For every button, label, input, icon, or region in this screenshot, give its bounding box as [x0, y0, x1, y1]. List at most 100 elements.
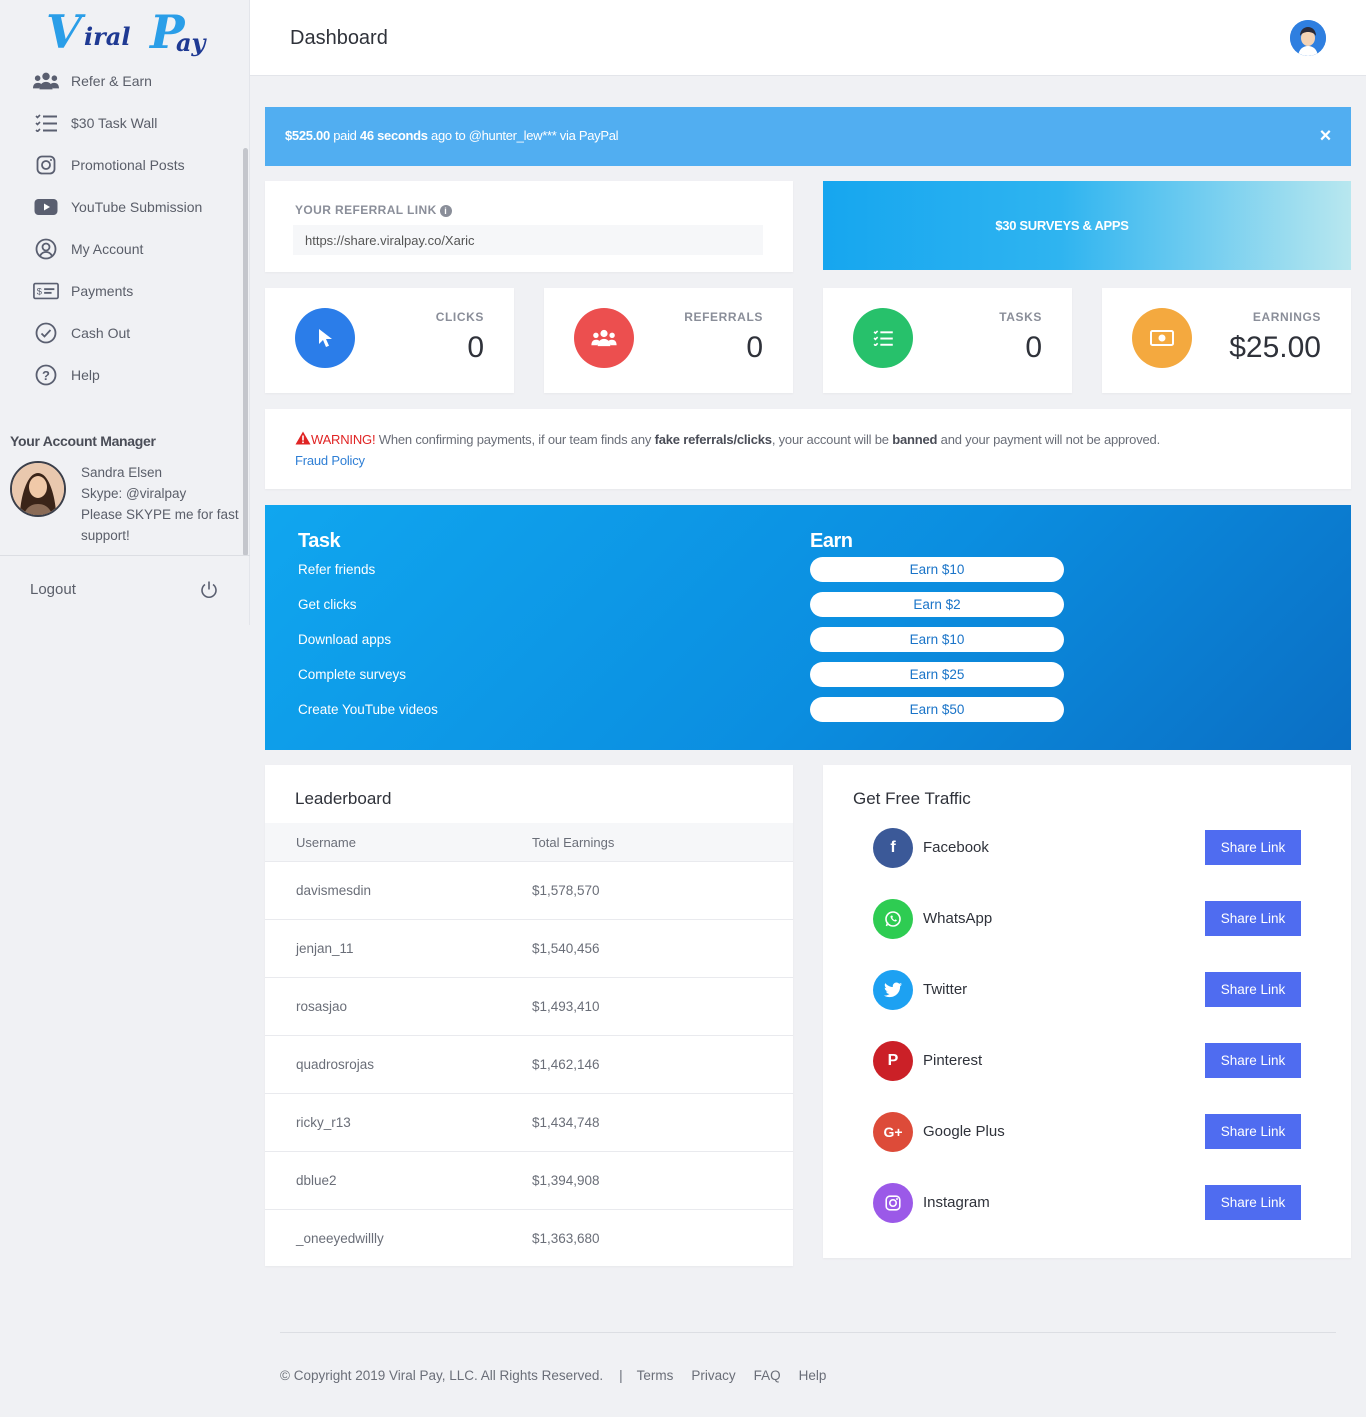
- list-check-icon: [33, 112, 59, 134]
- sidebar-item-cash-out[interactable]: Cash Out: [0, 312, 243, 354]
- users-icon: [574, 308, 634, 368]
- earnings-cell: $1,394,908: [532, 1173, 600, 1188]
- username-cell: jenjan_11: [296, 941, 354, 956]
- youtube-icon: [33, 196, 59, 218]
- share-link-button[interactable]: Share Link: [1205, 972, 1301, 1007]
- warning-emphasis: fake referrals/clicks: [654, 432, 772, 447]
- footer-link-faq[interactable]: FAQ: [754, 1368, 781, 1383]
- table-row: _oneeyedwillly $1,363,680: [265, 1209, 793, 1267]
- svg-text:$: $: [37, 287, 42, 297]
- sidebar-item-promotional-posts[interactable]: Promotional Posts: [0, 144, 243, 186]
- task-item: Refer friends: [298, 562, 376, 577]
- pinterest-icon[interactable]: P: [873, 1041, 913, 1081]
- sidebar-item-help[interactable]: ? Help: [0, 354, 243, 396]
- username-cell: _oneeyedwillly: [296, 1231, 384, 1246]
- task-column-title: Task: [298, 530, 341, 552]
- sidebar-item-my-account[interactable]: My Account: [0, 228, 243, 270]
- warning-text-part: , your account will be: [771, 432, 893, 447]
- logout-link[interactable]: Logout: [30, 581, 76, 598]
- table-row: ricky_r13 $1,434,748: [265, 1093, 793, 1151]
- account-manager-info: Sandra Elsen Skype: @viralpay Please SKY…: [81, 462, 241, 546]
- earn-button[interactable]: Earn $2: [810, 592, 1064, 617]
- sidebar-scrollbar[interactable]: [243, 148, 248, 556]
- footer-divider: [280, 1332, 1336, 1333]
- username-cell: quadrosrojas: [296, 1057, 375, 1072]
- earnings-cell: $1,578,570: [532, 883, 600, 898]
- traffic-network-name: Instagram: [923, 1194, 990, 1211]
- list-check-icon: [853, 308, 913, 368]
- warning-icon: [295, 431, 311, 445]
- footer-link-terms[interactable]: Terms: [637, 1368, 674, 1383]
- referral-link-label: YOUR REFERRAL LINK i: [295, 203, 452, 217]
- warning-text-part: and your payment will not be approved.: [937, 432, 1161, 447]
- footer-link-help[interactable]: Help: [799, 1368, 827, 1383]
- share-link-button[interactable]: Share Link: [1205, 830, 1301, 865]
- instagram-icon[interactable]: [873, 1183, 913, 1223]
- username-cell: ricky_r13: [296, 1115, 351, 1130]
- sidebar-item-youtube-submission[interactable]: YouTube Submission: [0, 186, 243, 228]
- sidebar-item-label: Refer & Earn: [71, 73, 152, 89]
- facebook-icon[interactable]: f: [873, 828, 913, 868]
- traffic-row-google-plus: G+ Google Plus Share Link: [873, 1111, 1301, 1153]
- earn-button[interactable]: Earn $25: [810, 662, 1064, 687]
- money-icon: [1132, 308, 1192, 368]
- earn-button[interactable]: Earn $10: [810, 557, 1064, 582]
- referral-link-field[interactable]: [293, 225, 763, 255]
- sidebar-item-label: Promotional Posts: [71, 157, 185, 173]
- power-icon[interactable]: [199, 580, 219, 600]
- account-manager-avatar: [10, 461, 66, 517]
- stat-value: 0: [1025, 331, 1042, 364]
- traffic-row-facebook: f Facebook Share Link: [873, 827, 1301, 869]
- payout-time: 46 seconds: [359, 128, 428, 143]
- sidebar-item-label: YouTube Submission: [71, 199, 203, 215]
- earn-button[interactable]: Earn $10: [810, 627, 1064, 652]
- copyright-text: © Copyright 2019 Viral Pay, LLC. All Rig…: [280, 1368, 604, 1383]
- twitter-icon[interactable]: [873, 970, 913, 1010]
- account-manager-name: Sandra Elsen: [81, 465, 163, 480]
- referrals-stat-card: REFERRALS 0: [544, 288, 793, 393]
- check-circle-icon: [33, 322, 59, 344]
- earnings-cell: $1,363,680: [532, 1231, 600, 1246]
- instagram-icon: [33, 154, 59, 176]
- share-link-button[interactable]: Share Link: [1205, 901, 1301, 936]
- table-row: quadrosrojas $1,462,146: [265, 1035, 793, 1093]
- sidebar-item-label: Payments: [71, 283, 134, 299]
- traffic-row-pinterest: P Pinterest Share Link: [873, 1040, 1301, 1082]
- sidebar-item-refer-earn[interactable]: Refer & Earn: [0, 60, 243, 102]
- earnings-cell: $1,462,146: [532, 1057, 600, 1072]
- earn-column-title: Earn: [810, 530, 853, 552]
- traffic-network-name: Facebook: [923, 839, 989, 856]
- viralpay-logo[interactable]: V iral P ay: [46, 6, 216, 66]
- task-item: Create YouTube videos: [298, 702, 438, 717]
- info-icon[interactable]: i: [439, 205, 452, 217]
- traffic-row-whatsapp: WhatsApp Share Link: [873, 898, 1301, 940]
- column-header-username: Username: [296, 835, 356, 850]
- share-link-button[interactable]: Share Link: [1205, 1043, 1301, 1078]
- share-link-button[interactable]: Share Link: [1205, 1114, 1301, 1149]
- surveys-apps-button[interactable]: $30 SURVEYS & APPS: [823, 181, 1351, 270]
- sidebar-item-payments[interactable]: $ Payments: [0, 270, 243, 312]
- account-manager-skype: Skype: @viralpay: [81, 486, 187, 501]
- footer: © Copyright 2019 Viral Pay, LLC. All Rig…: [280, 1368, 844, 1383]
- cursor-icon: [295, 308, 355, 368]
- sidebar-item-label: Cash Out: [71, 325, 131, 341]
- stat-value: 0: [746, 331, 763, 364]
- logo-letters: iral: [84, 22, 131, 51]
- surveys-apps-label: $30 SURVEYS & APPS: [995, 218, 1129, 233]
- earn-button[interactable]: Earn $50: [810, 697, 1064, 722]
- fraud-policy-link[interactable]: Fraud Policy: [295, 453, 365, 468]
- share-link-button[interactable]: Share Link: [1205, 1185, 1301, 1220]
- leaderboard-card: Leaderboard Username Total Earnings davi…: [265, 765, 793, 1266]
- table-row: davismesdin $1,578,570: [265, 861, 793, 919]
- footer-link-privacy[interactable]: Privacy: [691, 1368, 735, 1383]
- whatsapp-icon[interactable]: [873, 899, 913, 939]
- table-row: jenjan_11 $1,540,456: [265, 919, 793, 977]
- user-avatar[interactable]: [1290, 20, 1326, 56]
- account-manager-title: Your Account Manager: [10, 433, 156, 449]
- google-plus-icon[interactable]: G+: [873, 1112, 913, 1152]
- stat-value: $25.00: [1229, 331, 1321, 364]
- close-icon[interactable]: ×: [1320, 125, 1332, 148]
- warning-title: WARNING!: [311, 432, 376, 447]
- warning-emphasis: banned: [892, 432, 938, 447]
- sidebar-item-task-wall[interactable]: $30 Task Wall: [0, 102, 243, 144]
